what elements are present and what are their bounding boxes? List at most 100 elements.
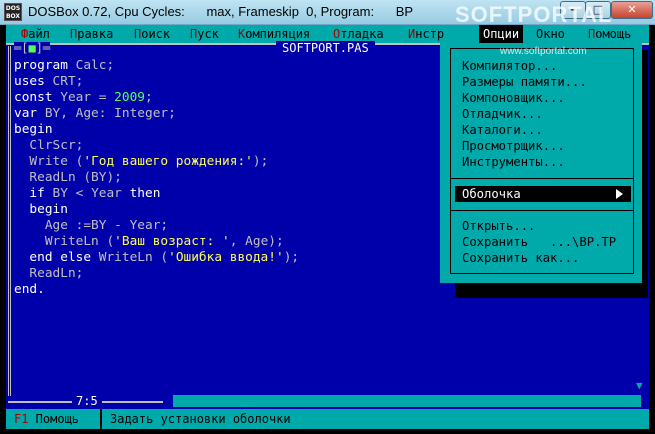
code-line: if BY < Year then xyxy=(14,186,299,202)
code-line: WriteLn ('Ваш возраст: ', Age); xyxy=(14,234,299,250)
code-token: ClrScr; xyxy=(29,138,84,153)
menu-item-1[interactable]: Правка xyxy=(70,25,113,43)
code-token: Write ( xyxy=(29,154,84,169)
cursor-position: 7:5 xyxy=(72,394,102,408)
menu-label: уск xyxy=(197,27,219,41)
close-box-left: ═[ xyxy=(14,41,29,55)
dropdown-item[interactable]: Каталоги... xyxy=(455,122,631,138)
menu-item-3[interactable]: Пуск xyxy=(190,25,219,43)
dropdown-item-label: Просмотрщик... xyxy=(462,139,565,153)
dropdown-item-label: Отладчик... xyxy=(462,107,543,121)
code-line: end else WriteLn ('Ошибка ввода!'); xyxy=(14,250,299,266)
dropdown-item[interactable]: Просмотрщик... xyxy=(455,138,631,154)
horizontal-scrollbar[interactable] xyxy=(163,395,641,407)
code-token: begin xyxy=(29,202,68,217)
dropdown-item-label: Размеры памяти... xyxy=(462,75,587,89)
menu-label: омпиляция xyxy=(245,27,311,41)
dropdown-item[interactable]: Сохранить как... xyxy=(455,250,631,266)
code-line: Write ('Год вашего рождения:'); xyxy=(14,154,299,170)
dropdown-item-shell[interactable]: Оболочка xyxy=(455,186,631,202)
dropdown-shadow-bottom xyxy=(455,283,648,298)
code-token: BY < Year xyxy=(52,186,130,201)
menu-label: омощь xyxy=(595,27,632,41)
dropdown-item[interactable]: Размеры памяти... xyxy=(455,74,631,90)
code-token: end. xyxy=(14,282,45,297)
code-line: begin xyxy=(14,122,299,138)
code-line: program Calc; xyxy=(14,58,299,74)
code-line: end. xyxy=(14,282,299,298)
code-token: then xyxy=(129,186,161,201)
code-token: var xyxy=(14,106,45,121)
code-token: 2009 xyxy=(114,90,145,105)
menu-item-6[interactable]: Инстр xyxy=(408,25,444,43)
dropdown-item-label: Сохранить ...\BP.TP xyxy=(462,235,617,249)
code-token: ); xyxy=(283,250,300,265)
dosbox-app-icon[interactable]: DOS BOX xyxy=(4,3,22,21)
code-token: ); xyxy=(252,154,269,169)
window-title: DOSBox 0.72, Cpu Cycles: max, Frameskip … xyxy=(28,4,414,19)
code-token: Calc; xyxy=(75,58,115,73)
code-token: uses xyxy=(14,74,53,89)
status-f1-help[interactable]: F1 Помощь xyxy=(14,410,79,428)
code-editor[interactable]: program Calc; uses CRT; const Year = 2009;… xyxy=(14,58,299,298)
code-line: Age :=BY - Year; xyxy=(14,218,299,234)
code-token: if xyxy=(29,186,53,201)
code-token: program xyxy=(14,58,76,73)
editor-close-box[interactable]: ═[■]═ xyxy=(14,41,51,55)
close-button[interactable]: ✕ xyxy=(611,1,653,19)
code-token: ReadLn; xyxy=(29,266,84,281)
softportal-watermark-url: www.softportal.com xyxy=(500,46,587,57)
menu-item-2[interactable]: Поиск xyxy=(134,25,170,43)
code-token: BY, Age: Integer; xyxy=(44,106,176,121)
f1-key: F1 xyxy=(14,412,29,426)
code-line: var BY, Age: Integer; xyxy=(14,106,299,122)
status-separator xyxy=(100,409,102,429)
code-token: ; xyxy=(145,90,153,105)
dropdown-item-label: Компоновщик... xyxy=(462,91,565,105)
code-token: 'Ваш возраст: ' xyxy=(114,234,230,249)
dropdown-item[interactable]: Инструменты... xyxy=(455,154,631,170)
code-token: WriteLn ( xyxy=(44,234,115,249)
code-line: begin xyxy=(14,202,299,218)
dropdown-item-label: Каталоги... xyxy=(462,123,543,137)
horizontal-scrollbar-thumb[interactable] xyxy=(163,395,173,407)
dropdown-item[interactable]: Открыть... xyxy=(455,218,631,234)
softportal-watermark: SOFTPORTAL xyxy=(455,2,613,27)
dropdown-item-label: Открыть... xyxy=(462,219,536,233)
code-line: uses CRT; xyxy=(14,74,299,90)
code-token: 'Год вашего рождения:' xyxy=(83,154,253,169)
scroll-down-arrow-icon[interactable]: ▼ xyxy=(636,380,646,392)
code-line: const Year = 2009; xyxy=(14,90,299,106)
code-token: Year = xyxy=(60,90,115,105)
menu-label: равка xyxy=(77,27,114,41)
dropdown-item[interactable]: Компоновщик... xyxy=(455,90,631,106)
code-token: Age :=BY - Year; xyxy=(44,218,169,233)
code-token: CRT; xyxy=(52,74,84,89)
code-token: WriteLn ( xyxy=(98,250,169,265)
dropdown-item[interactable]: Сохранить ...\BP.TP xyxy=(455,234,631,250)
menu-label: пции xyxy=(490,27,520,41)
dropdown-item[interactable]: Отладчик... xyxy=(455,106,631,122)
code-token: begin xyxy=(14,122,53,137)
dropdown-item-label: Сохранить как... xyxy=(462,251,580,265)
editor-file-name: SOFTPORT.PAS xyxy=(276,41,375,55)
dropdown-item-label: Оболочка xyxy=(462,187,521,201)
f1-label: Помощь xyxy=(28,412,80,426)
code-token: 'Ошибка ввода!' xyxy=(168,250,284,265)
dropdown-item-label: Компилятор... xyxy=(462,59,558,73)
code-token: ReadLn (BY); xyxy=(29,170,122,185)
code-line: ReadLn (BY); xyxy=(14,170,299,186)
status-hint: Задать установки оболочки xyxy=(110,412,291,426)
code-line: ClrScr; xyxy=(14,138,299,154)
close-box-mark: ■ xyxy=(28,41,36,55)
dropdown-item[interactable]: Компилятор... xyxy=(455,58,631,74)
close-box-right: ]═ xyxy=(35,41,51,55)
